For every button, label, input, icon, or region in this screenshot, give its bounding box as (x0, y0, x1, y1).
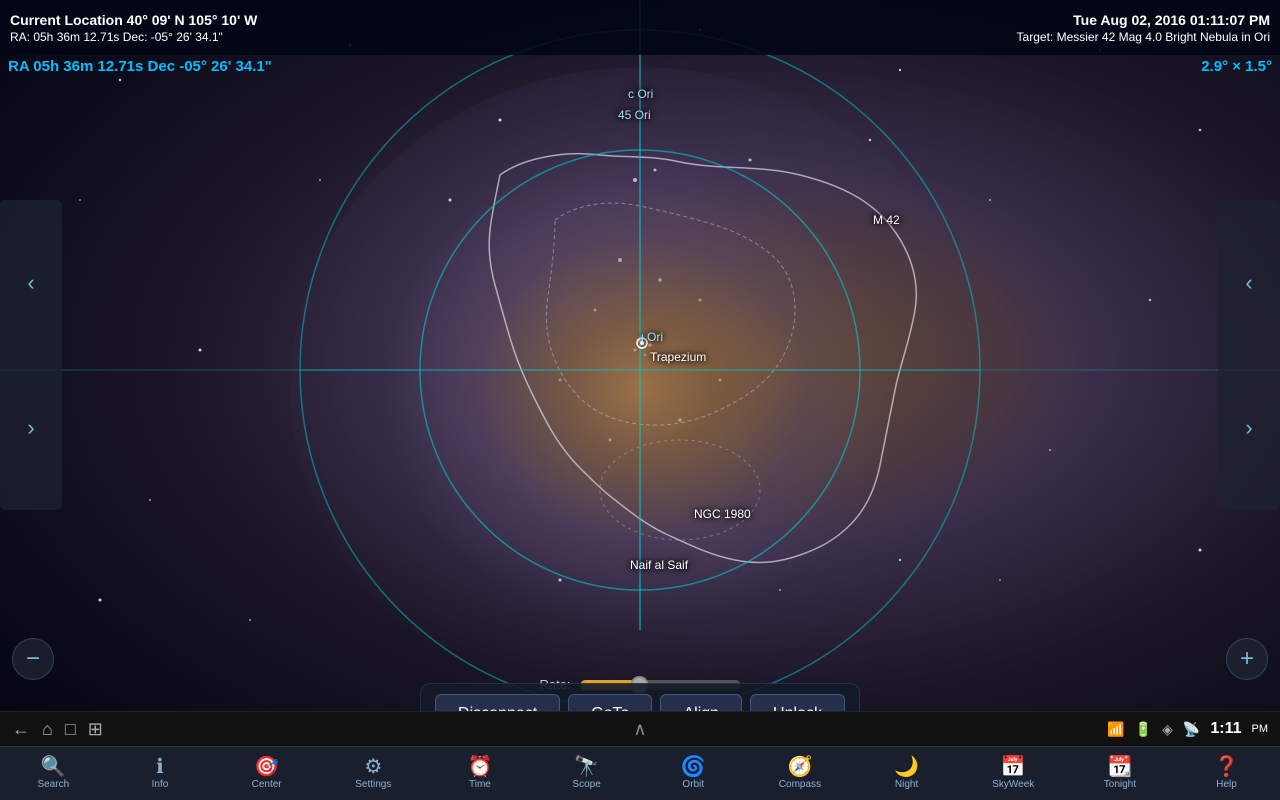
scope-icon: 🔭 (574, 757, 599, 777)
screenshot-button[interactable]: ⊞ (88, 719, 103, 740)
zoom-plus-icon: + (1240, 645, 1254, 673)
location-title: Current Location 40° 09' N 105° 10' W (10, 12, 257, 28)
toolbar-help-label: Help (1216, 779, 1237, 790)
top-header: Current Location 40° 09' N 105° 10' W Tu… (0, 0, 1280, 55)
night-icon: 🌙 (894, 757, 919, 777)
bluetooth-icon: ◈ (1162, 721, 1173, 738)
toolbar-tonight-label: Tonight (1104, 779, 1136, 790)
toolbar-orbit[interactable]: 🌀 Orbit (653, 757, 733, 790)
skyweek-icon: 📅 (1001, 757, 1026, 777)
right-nav-panel: ‹ › (1218, 200, 1280, 510)
home-button[interactable]: ⌂ (42, 719, 53, 740)
compass-icon: 🧭 (787, 757, 812, 777)
status-nav-buttons: ← ⌂ □ ⊞ (12, 719, 103, 740)
status-bar: ← ⌂ □ ⊞ ∧ 📶 🔋 ◈ 📡 1:11 PM (0, 711, 1280, 746)
toolbar-info-label: Info (152, 779, 169, 790)
signal-icon: 📡 (1183, 721, 1200, 738)
toolbar-compass-label: Compass (779, 779, 821, 790)
toolbar-search[interactable]: 🔍 Search (13, 757, 93, 790)
toolbar-night[interactable]: 🌙 Night (867, 757, 947, 790)
toolbar-center[interactable]: 🎯 Center (227, 757, 307, 790)
toolbar-scope-label: Scope (572, 779, 600, 790)
toolbar-skyweek[interactable]: 📅 SkyWeek (973, 757, 1053, 790)
datetime: Tue Aug 02, 2016 01:11:07 PM (1073, 12, 1270, 28)
size-display: 2.9° × 1.5° (1201, 58, 1272, 75)
nav-left-down[interactable]: › (6, 403, 56, 453)
toolbar-settings[interactable]: ⚙ Settings (333, 757, 413, 790)
status-right-icons: 📶 🔋 ◈ 📡 1:11 PM (1107, 720, 1268, 738)
orbit-icon: 🌀 (681, 757, 706, 777)
nav-right-up[interactable]: ‹ (1224, 258, 1274, 308)
center-icon: 🎯 (254, 757, 279, 777)
clock-ampm: PM (1252, 723, 1269, 735)
settings-icon: ⚙ (364, 757, 382, 777)
target-info: Target: Messier 42 Mag 4.0 Bright Nebula… (1017, 30, 1270, 44)
left-nav-panel: ‹ › (0, 200, 62, 510)
back-button[interactable]: ← (12, 719, 30, 740)
wifi-icon: 📶 (1107, 721, 1124, 738)
toolbar-center-label: Center (252, 779, 282, 790)
toolbar-info[interactable]: ℹ Info (120, 757, 200, 790)
toolbar-time-label: Time (469, 779, 491, 790)
toolbar-orbit-label: Orbit (682, 779, 704, 790)
ra-dec-display: RA 05h 36m 12.71s Dec -05° 26' 34.1" (8, 58, 272, 75)
nav-right-down[interactable]: › (1224, 403, 1274, 453)
toolbar-settings-label: Settings (355, 779, 391, 790)
toolbar-search-label: Search (37, 779, 69, 790)
zoom-plus-button[interactable]: + (1226, 638, 1268, 680)
toolbar-scope[interactable]: 🔭 Scope (547, 757, 627, 790)
toolbar-compass[interactable]: 🧭 Compass (760, 757, 840, 790)
search-icon: 🔍 (41, 757, 66, 777)
tonight-icon: 📆 (1107, 757, 1132, 777)
battery-icon: 🔋 (1135, 721, 1152, 738)
bottom-chevron-up-icon[interactable]: ∧ (633, 719, 646, 739)
zoom-minus-button[interactable]: − (12, 638, 54, 680)
toolbar-tonight[interactable]: 📆 Tonight (1080, 757, 1160, 790)
recents-button[interactable]: □ (65, 719, 76, 740)
location-coords: RA: 05h 36m 12.71s Dec: -05° 26' 34.1" (10, 30, 223, 44)
toolbar-help[interactable]: ❓ Help (1187, 757, 1267, 790)
zoom-minus-icon: − (26, 645, 40, 673)
time-icon: ⏰ (468, 757, 493, 777)
help-icon: ❓ (1214, 757, 1239, 777)
toolbar-time[interactable]: ⏰ Time (440, 757, 520, 790)
toolbar-night-label: Night (895, 779, 918, 790)
clock-display: 1:11 (1210, 720, 1241, 738)
toolbar-skyweek-label: SkyWeek (992, 779, 1034, 790)
info-icon: ℹ (156, 757, 164, 777)
nav-left-up[interactable]: ‹ (6, 258, 56, 308)
bottom-toolbar: 🔍 Search ℹ Info 🎯 Center ⚙ Settings ⏰ Ti… (0, 746, 1280, 800)
